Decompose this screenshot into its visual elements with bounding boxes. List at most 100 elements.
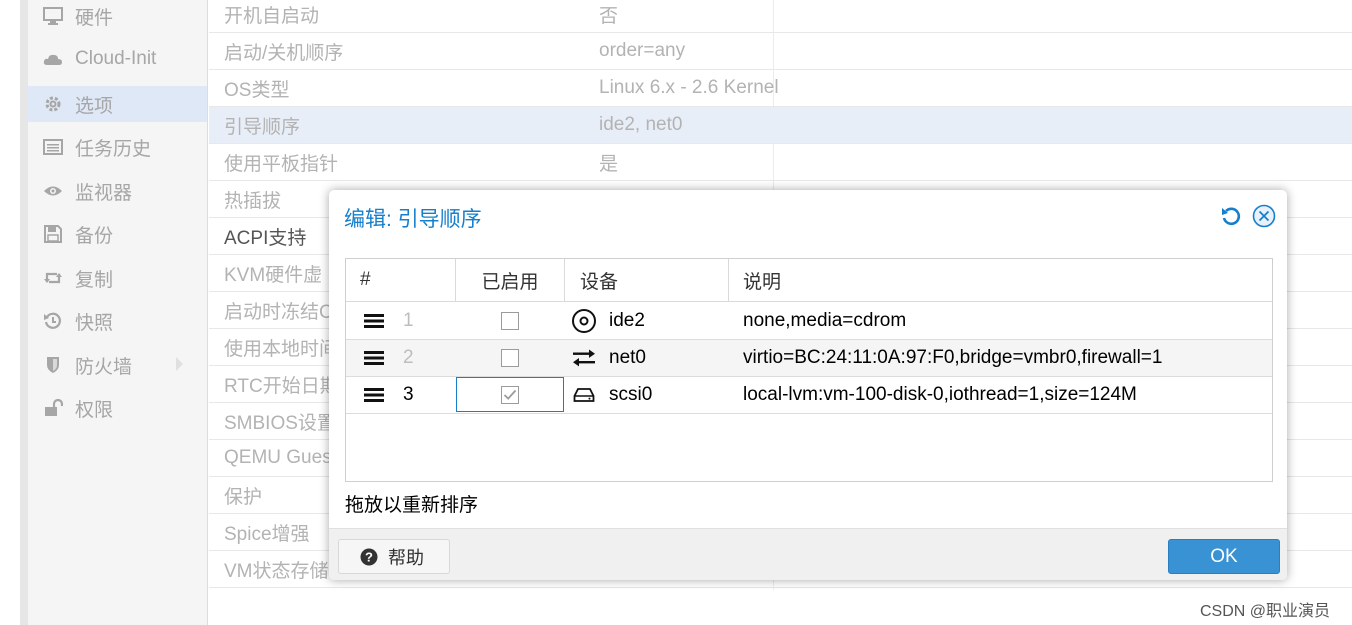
unlock-icon bbox=[41, 398, 65, 418]
grid-row-key: SMBIOS设置 bbox=[224, 412, 336, 434]
grid-row-key: 热插拔 bbox=[224, 190, 282, 212]
grid-row-key: Spice增强 bbox=[224, 523, 310, 545]
grid-row-tablet-pointer[interactable]: 使用平板指针 是 bbox=[209, 144, 1352, 181]
enabled-checkbox[interactable] bbox=[456, 340, 564, 376]
grid-row-value: order=any bbox=[599, 40, 686, 61]
grid-row-key: 使用本地时间 bbox=[224, 338, 339, 360]
reset-icon[interactable] bbox=[1219, 204, 1243, 228]
sidebar-item-firewall[interactable]: 防火墙 bbox=[28, 347, 207, 383]
sidebar-item-label: 权限 bbox=[75, 399, 114, 421]
sidebar-item-replication[interactable]: 复制 bbox=[28, 260, 207, 296]
cloud-icon bbox=[41, 49, 65, 69]
left-strip bbox=[0, 0, 20, 625]
grid-row-key: VM状态存储 bbox=[224, 560, 329, 582]
close-icon[interactable] bbox=[1252, 204, 1276, 228]
exchange-icon bbox=[570, 340, 598, 376]
grid-row-startup-order[interactable]: 启动/关机顺序 order=any bbox=[209, 33, 1352, 70]
enabled-checkbox[interactable] bbox=[456, 377, 564, 412]
column-header-description[interactable]: 说明 bbox=[729, 259, 1272, 302]
sidebar-item-label: 监视器 bbox=[75, 182, 133, 204]
sidebar-nav: 硬件 Cloud-Init 选项 任务历史 监视器 备份 复制 快照 防火墙 权… bbox=[28, 0, 208, 625]
sidebar-item-cloud-init[interactable]: Cloud-Init bbox=[28, 41, 207, 77]
help-button-label: 帮助 bbox=[388, 547, 424, 568]
svg-text:?: ? bbox=[365, 549, 373, 564]
sidebar-item-label: 硬件 bbox=[75, 7, 114, 29]
grid-row-value: 否 bbox=[599, 5, 619, 27]
column-header-num[interactable]: # bbox=[346, 259, 456, 302]
sidebar-item-hardware[interactable]: 硬件 bbox=[28, 0, 207, 34]
row-number: 1 bbox=[403, 310, 414, 331]
chevron-right-icon[interactable] bbox=[176, 357, 183, 371]
row-number: 3 bbox=[403, 384, 414, 405]
shield-icon bbox=[41, 355, 65, 375]
floppy-icon bbox=[41, 224, 65, 244]
table-row[interactable]: 1 ide2 none,media=cdrom bbox=[346, 303, 1272, 340]
drag-reorder-hint: 拖放以重新排序 bbox=[345, 495, 479, 516]
drag-handle-icon[interactable] bbox=[364, 303, 384, 339]
monitor-icon bbox=[41, 6, 65, 26]
grid-row-value: Linux 6.x - 2.6 Kernel bbox=[599, 77, 779, 98]
sidebar-item-monitor[interactable]: 监视器 bbox=[28, 173, 207, 209]
sidebar-item-label: 选项 bbox=[75, 95, 114, 117]
dialog-title: 编辑: 引导顺序 bbox=[344, 208, 482, 231]
grid-row-value: 是 bbox=[599, 153, 619, 175]
drag-handle-icon[interactable] bbox=[364, 377, 384, 413]
sidebar-item-label: 防火墙 bbox=[75, 356, 133, 378]
sidebar-item-backup[interactable]: 备份 bbox=[28, 216, 207, 252]
device-description: virtio=BC:24:11:0A:97:F0,bridge=vmbr0,fi… bbox=[743, 347, 1163, 368]
retweet-icon bbox=[41, 268, 65, 288]
sidebar-item-label: 备份 bbox=[75, 225, 114, 247]
grid-row-key: KVM硬件虚 bbox=[224, 264, 323, 286]
table-row[interactable]: 2 net0 virtio=BC:24:11:0A:97:F0,bridge=v… bbox=[346, 340, 1272, 377]
checkbox-box[interactable] bbox=[501, 349, 519, 367]
boot-order-table: # 已启用 设备 说明 1 ide2 none,media=cdrom 2 ne… bbox=[345, 258, 1273, 482]
watermark: CSDN @职业演员 bbox=[1200, 603, 1331, 620]
table-row[interactable]: 3 scsi0 local-lvm:vm-100-disk-0,iothread… bbox=[346, 377, 1272, 414]
drag-handle-icon[interactable] bbox=[364, 340, 384, 376]
eye-icon bbox=[41, 181, 65, 201]
grid-row-key: 启动/关机顺序 bbox=[224, 42, 344, 64]
help-button[interactable]: ? 帮助 bbox=[338, 539, 450, 574]
grid-row-value: ide2, net0 bbox=[599, 114, 683, 135]
grid-row-key: 开机自启动 bbox=[224, 5, 320, 27]
sidebar-item-label: 快照 bbox=[75, 312, 114, 334]
sidebar-item-label: 复制 bbox=[75, 269, 114, 291]
disc-icon bbox=[570, 303, 598, 339]
left-edge bbox=[20, 0, 28, 625]
grid-row-boot-order[interactable]: 引导顺序 ide2, net0 bbox=[209, 107, 1352, 144]
sidebar-item-label: Cloud-Init bbox=[75, 48, 157, 69]
grid-row-key: 启动时冻结C bbox=[224, 301, 333, 323]
hdd-icon bbox=[570, 377, 598, 413]
enabled-checkbox[interactable] bbox=[456, 303, 564, 339]
sidebar-item-snapshots[interactable]: 快照 bbox=[28, 303, 207, 339]
grid-row-key: OS类型 bbox=[224, 79, 290, 101]
grid-row-key: 引导顺序 bbox=[224, 116, 301, 138]
question-circle-icon: ? bbox=[360, 548, 378, 566]
sidebar-item-task-history[interactable]: 任务历史 bbox=[28, 129, 207, 165]
sidebar-item-label: 任务历史 bbox=[75, 138, 152, 160]
grid-row-os-type[interactable]: OS类型 Linux 6.x - 2.6 Kernel bbox=[209, 70, 1352, 107]
checkbox-box[interactable] bbox=[501, 385, 519, 404]
grid-row-key: RTC开始日期 bbox=[224, 375, 339, 397]
column-header-device[interactable]: 设备 bbox=[565, 259, 729, 302]
list-icon bbox=[41, 137, 65, 157]
ok-button[interactable]: OK bbox=[1168, 539, 1280, 574]
grid-row-key: 使用平板指针 bbox=[224, 153, 339, 175]
edit-boot-order-dialog: 编辑: 引导顺序 # 已启用 设备 说明 1 ide2 none,media=c… bbox=[329, 190, 1287, 580]
grid-row-autostart[interactable]: 开机自启动 否 bbox=[209, 0, 1352, 33]
grid-row-key: ACPI支持 bbox=[224, 227, 307, 249]
sidebar-item-options[interactable]: 选项 bbox=[28, 86, 207, 122]
gear-icon bbox=[41, 94, 65, 114]
sidebar-item-permissions[interactable]: 权限 bbox=[28, 390, 207, 426]
device-name: ide2 bbox=[609, 310, 645, 331]
column-header-enabled[interactable]: 已启用 bbox=[456, 259, 565, 302]
row-number: 2 bbox=[403, 347, 414, 368]
device-name: net0 bbox=[609, 347, 646, 368]
history-icon bbox=[41, 311, 65, 331]
dialog-footer: ? 帮助 OK bbox=[329, 528, 1287, 580]
device-name: scsi0 bbox=[609, 384, 653, 405]
device-description: local-lvm:vm-100-disk-0,iothread=1,size=… bbox=[743, 384, 1137, 405]
grid-row-key: QEMU Gues bbox=[224, 447, 332, 468]
checkbox-box[interactable] bbox=[501, 312, 519, 330]
device-description: none,media=cdrom bbox=[743, 310, 907, 331]
